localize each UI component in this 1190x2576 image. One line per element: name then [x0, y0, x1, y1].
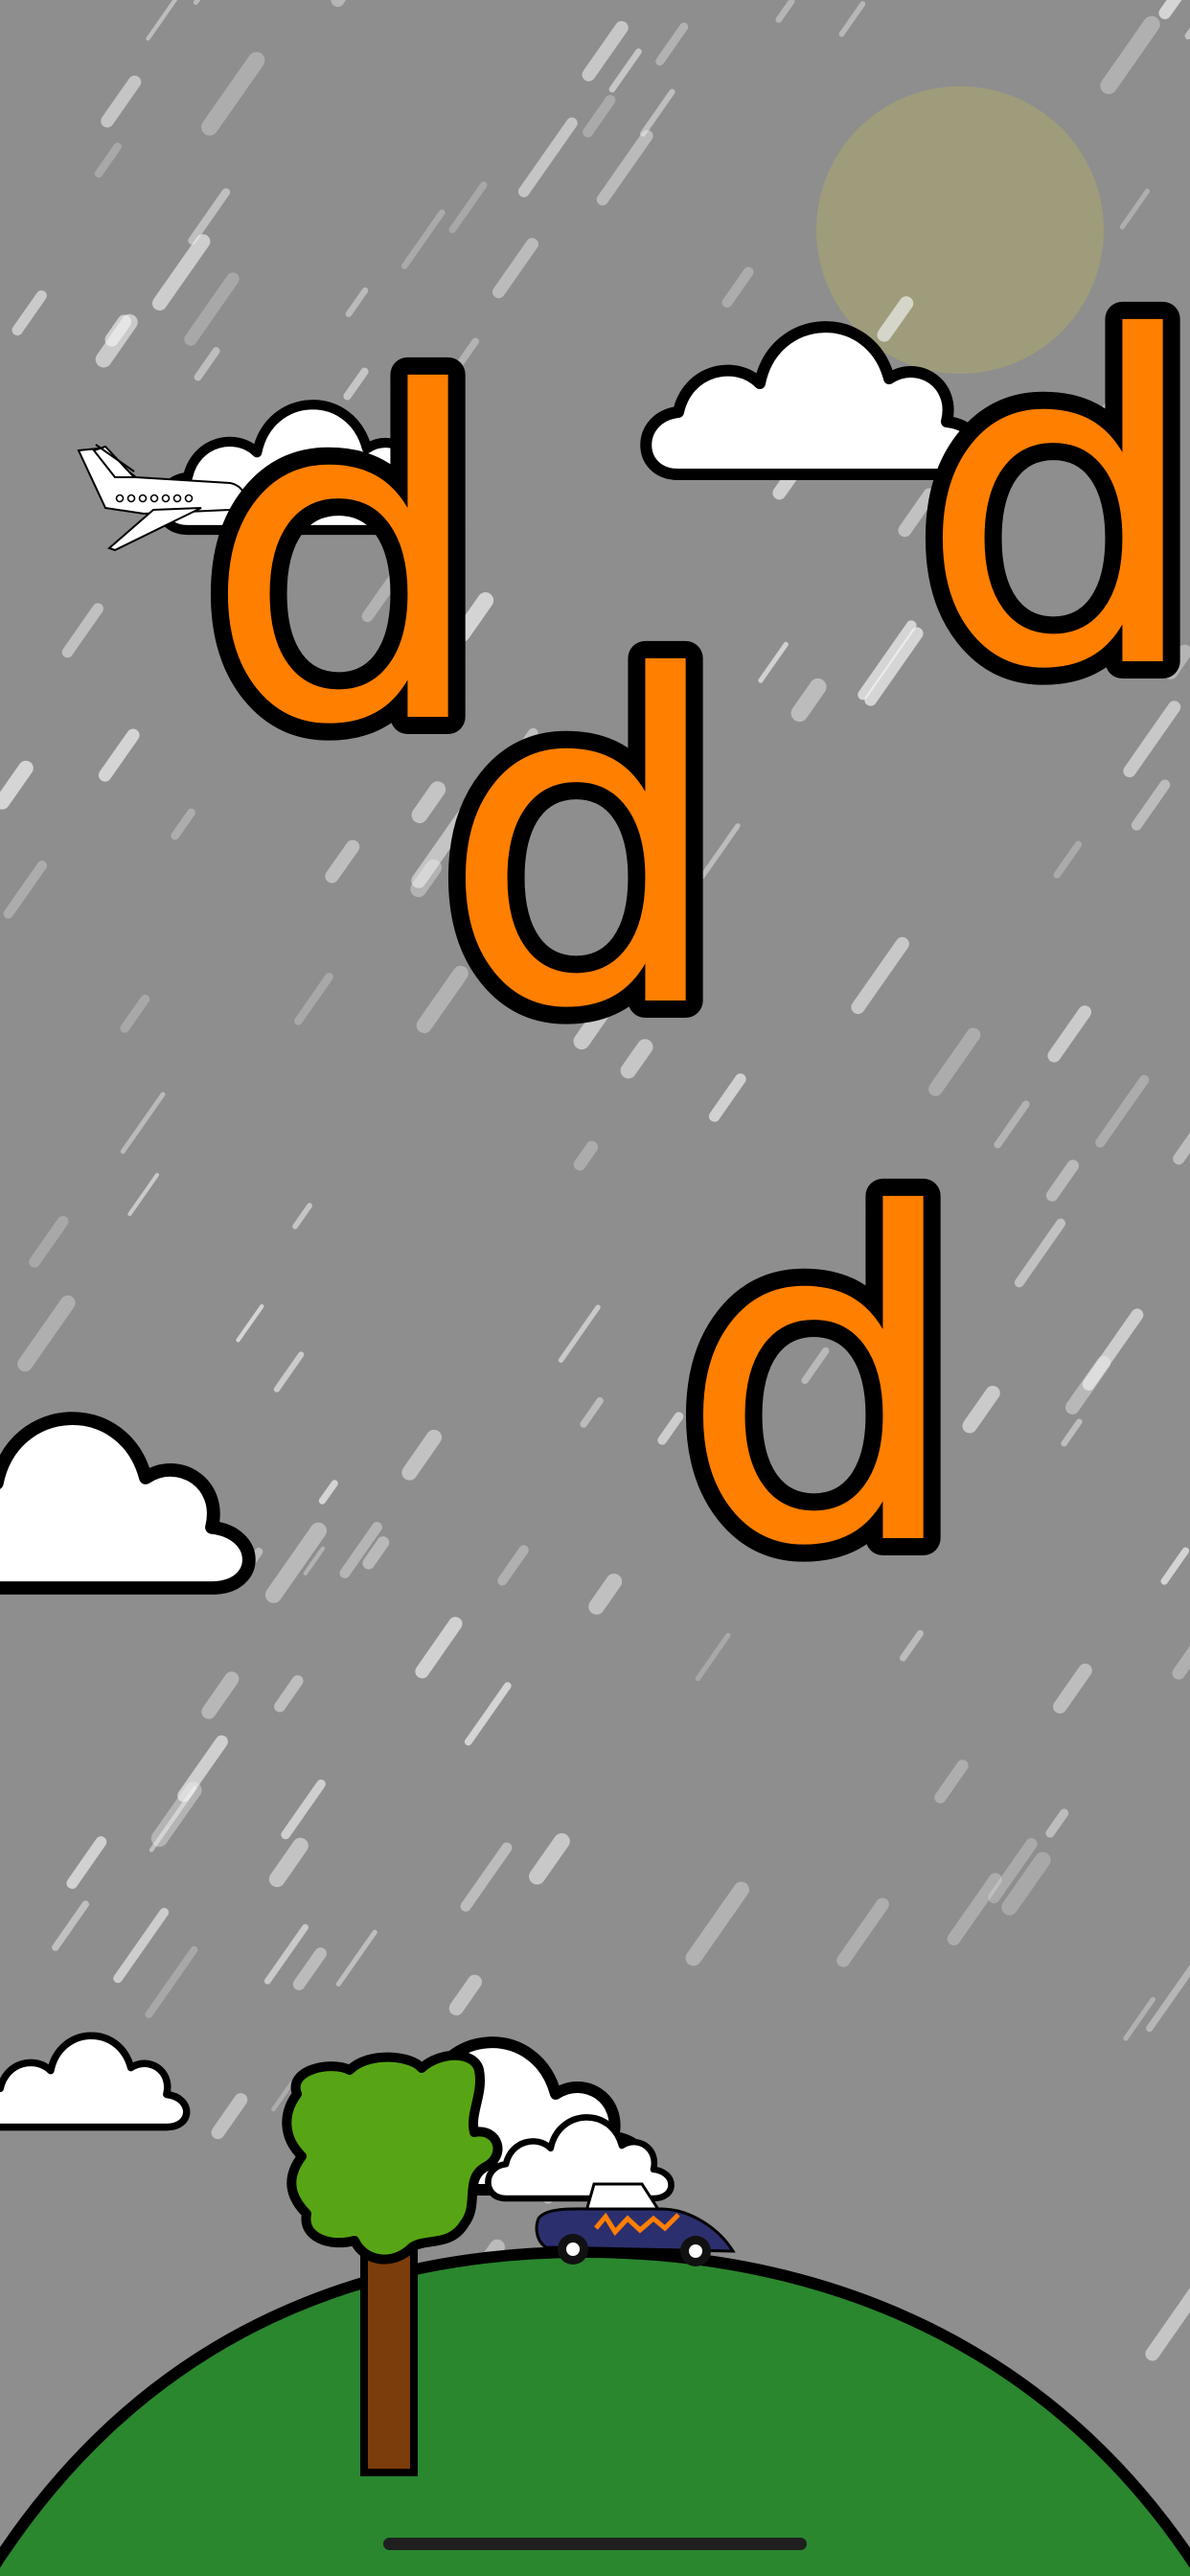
- letter-target[interactable]: d: [661, 1103, 981, 1662]
- letter-target[interactable]: d: [901, 226, 1190, 785]
- letter-target[interactable]: d: [423, 565, 744, 1124]
- game-scene[interactable]: d d d d: [0, 0, 1190, 2576]
- home-indicator-bar[interactable]: [383, 2538, 807, 2550]
